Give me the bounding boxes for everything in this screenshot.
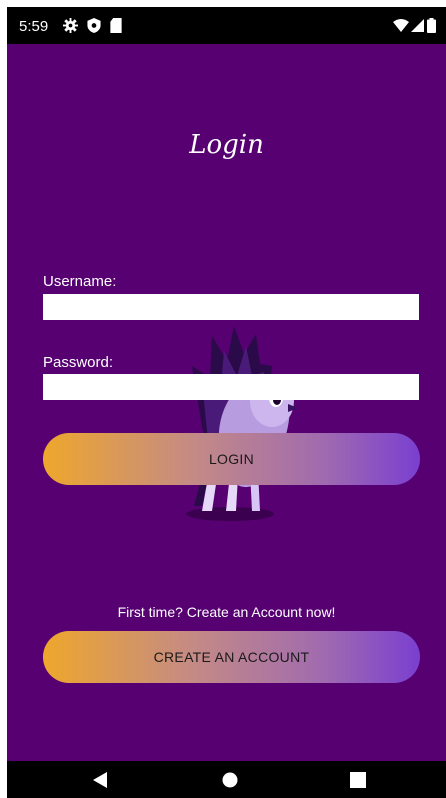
create-account-button-label: CREATE AN ACCOUNT <box>153 649 310 665</box>
create-account-hint: First time? Create an Account now! <box>117 604 336 620</box>
gear-icon <box>63 18 78 38</box>
login-screen: Login Username: Password: LOGIN First ti… <box>7 44 446 761</box>
login-button-label: LOGIN <box>208 451 255 467</box>
status-time: 5:59 <box>19 18 49 35</box>
username-input[interactable] <box>43 294 419 320</box>
login-button[interactable]: LOGIN <box>43 433 420 485</box>
home-icon[interactable] <box>219 769 241 791</box>
shield-icon <box>87 18 101 38</box>
mascot-illustration <box>186 326 298 521</box>
create-account-button[interactable]: CREATE AN ACCOUNT <box>43 631 420 683</box>
password-label: Password: <box>43 354 114 371</box>
back-icon[interactable] <box>89 769 111 791</box>
username-label: Username: <box>43 273 117 290</box>
wifi-icon <box>393 19 409 37</box>
phone-frame: 5:59 Login Username: Password: LOGIN Fir… <box>7 7 446 798</box>
recents-icon[interactable] <box>347 769 369 791</box>
sd-card-icon <box>110 18 122 38</box>
navigation-bar <box>7 761 446 798</box>
status-bar: 5:59 <box>7 7 446 44</box>
signal-icon <box>411 19 424 37</box>
battery-icon <box>427 18 436 38</box>
page-title: Login <box>189 130 264 160</box>
password-input[interactable] <box>43 374 419 400</box>
